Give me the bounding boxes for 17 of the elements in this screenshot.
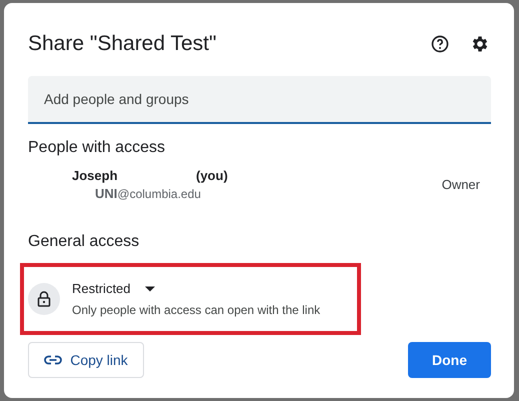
person-email: @columbia.edu <box>117 187 201 201</box>
copy-link-button[interactable]: Copy link <box>28 342 144 378</box>
uni-label: UNI <box>95 186 118 201</box>
caret-icon <box>144 286 155 292</box>
role-label: Owner <box>442 177 481 192</box>
help-icon[interactable] <box>429 33 451 55</box>
you-label: (you) <box>196 168 228 183</box>
section-heading: General access <box>28 233 140 251</box>
person-name: Joseph <box>72 168 119 183</box>
access-description: Only people with access can open with the link <box>72 303 320 317</box>
done-button[interactable]: Done <box>408 342 491 378</box>
dialog-title: Share "Shared Test" <box>28 32 218 56</box>
section-heading: People with access <box>28 139 166 157</box>
add-people-field[interactable]: Add people and groups <box>28 76 491 124</box>
access-dropdown[interactable]: Restricted <box>72 281 320 296</box>
link-icon <box>44 355 62 365</box>
lock-icon <box>28 283 60 315</box>
